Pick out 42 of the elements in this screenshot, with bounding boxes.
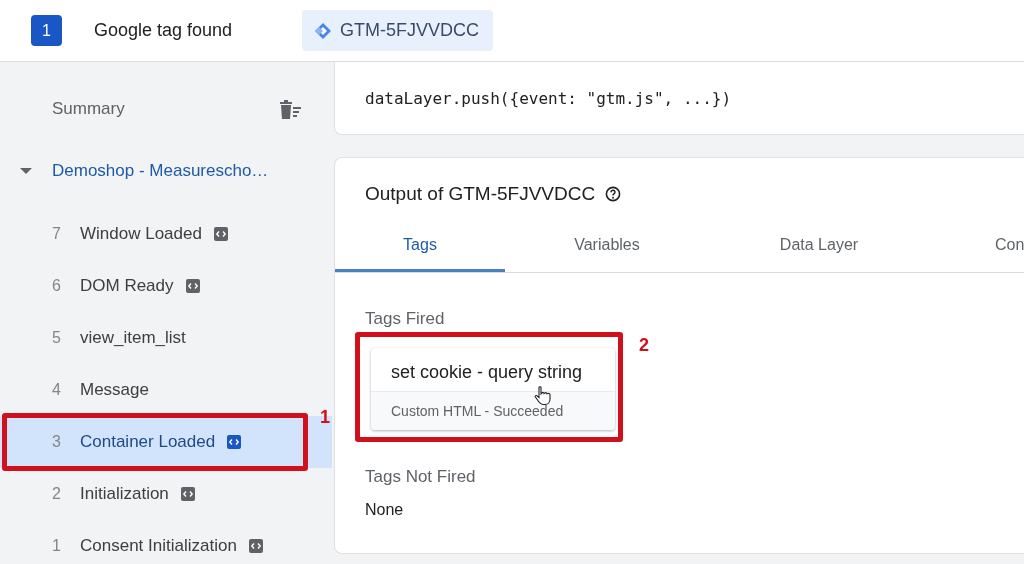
- event-item[interactable]: 7 Window Loaded: [0, 208, 332, 260]
- section-heading: Tags Fired: [365, 309, 446, 329]
- tab[interactable]: Data Layer: [709, 220, 929, 272]
- event-label: view_item_list: [80, 328, 186, 348]
- header-title: Google tag found: [94, 20, 234, 41]
- event-label: Container Loaded: [80, 432, 216, 452]
- event-item[interactable]: 5 view_item_list: [0, 312, 332, 364]
- help-icon: [605, 186, 622, 202]
- summary-item[interactable]: Summary: [52, 99, 125, 119]
- diamond-icon: [314, 21, 332, 40]
- hand-cursor-icon: [533, 386, 551, 406]
- output-title: Output of GTM-5FJVVDCC: [365, 183, 596, 205]
- event-label: Window Loaded: [80, 224, 202, 244]
- container-item[interactable]: Demoshop - Measurescho…: [0, 156, 332, 186]
- event-number: 1: [52, 537, 62, 555]
- tag-status: Custom HTML - Succeeded: [371, 392, 615, 430]
- count-badge: 1: [31, 15, 62, 46]
- event-number: 5: [52, 329, 62, 347]
- event-item[interactable]: 6 DOM Ready: [0, 260, 332, 312]
- event-number: 2: [52, 485, 62, 503]
- tab[interactable]: Tags: [335, 220, 505, 272]
- tab[interactable]: Variables: [505, 220, 709, 272]
- clear-button[interactable]: [279, 98, 302, 120]
- caret-icon: [20, 168, 32, 174]
- code-text: dataLayer.push({event: "gtm.js", ...}): [365, 88, 732, 108]
- event-number: 7: [52, 225, 62, 243]
- event-number: 6: [52, 277, 62, 295]
- event-label: Initialization: [80, 484, 169, 504]
- container-chip[interactable]: GTM-5FJVVDCC: [302, 10, 493, 51]
- event-item[interactable]: 1 Consent Initialization: [0, 520, 332, 564]
- event-label: Consent Initialization: [80, 536, 237, 556]
- tab[interactable]: Con: [929, 220, 1023, 272]
- section-heading: Tags Not Fired: [365, 467, 477, 487]
- event-number: 4: [52, 381, 62, 399]
- event-item[interactable]: 2 Initialization: [0, 468, 332, 520]
- event-label: DOM Ready: [80, 276, 174, 296]
- empty-text: None: [365, 501, 405, 519]
- event-label: Message: [80, 380, 149, 400]
- event-number: 3: [52, 433, 62, 451]
- trash-icon: [279, 98, 302, 120]
- tag-card[interactable]: set cookie - query string Custom HTML - Succeeded: [371, 348, 615, 430]
- annotation-number: 2: [639, 335, 649, 356]
